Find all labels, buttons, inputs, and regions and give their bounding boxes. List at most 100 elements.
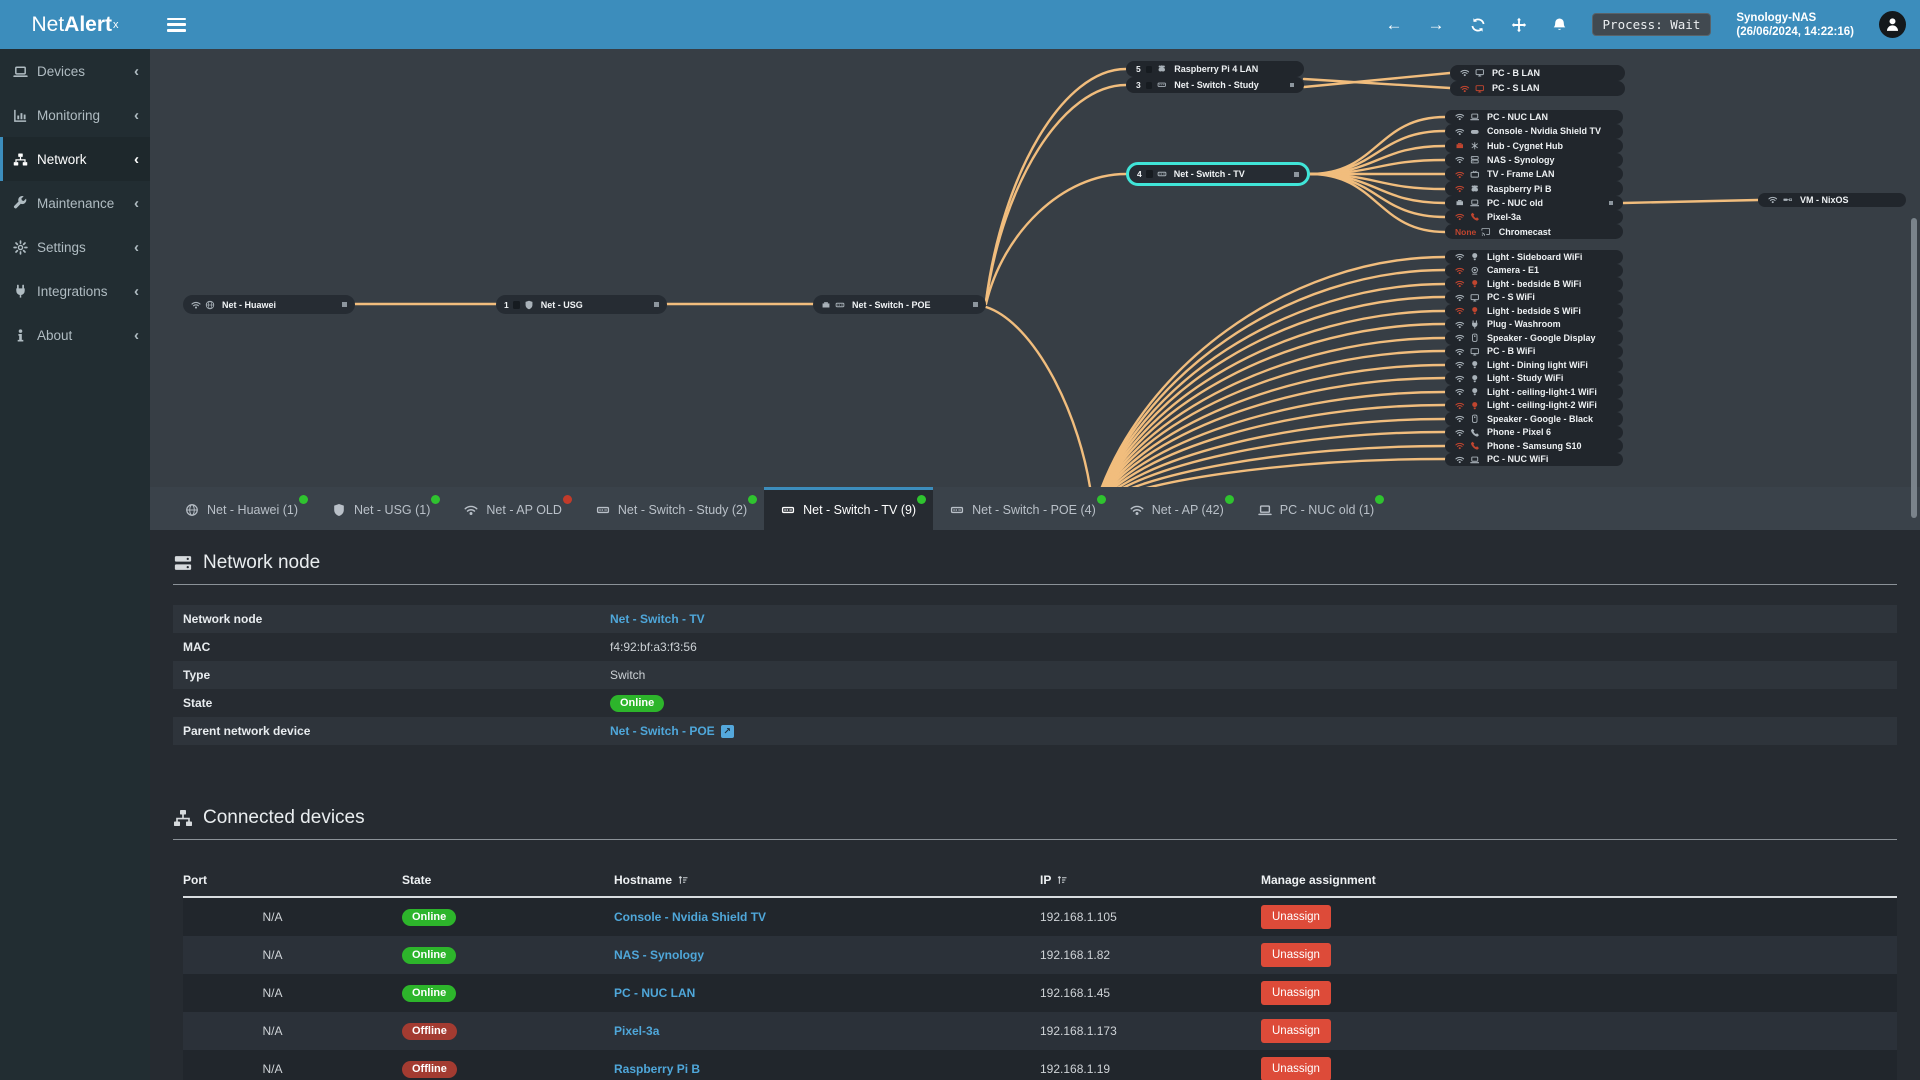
topology-device[interactable]: Light - Study WiFi [1445,371,1623,385]
topology-device[interactable]: TV - Frame LAN [1445,167,1623,182]
back-arrow-icon[interactable]: ← [1386,15,1403,35]
topology-device[interactable]: Phone - Samsung S10 [1445,439,1623,453]
tab-net-huawei-1-[interactable]: Net - Huawei (1) [168,487,315,530]
device-label: Speaker - Google Display [1487,332,1596,343]
table-row: N/A Online Console - Nvidia Shield TV 192.1… [183,898,1897,936]
node-link[interactable]: Net - Switch - TV [610,612,705,626]
tab-net-switch-study-2-[interactable]: Net - Switch - Study (2) [579,487,764,530]
topology-cluster-ap-devices: Light - Sideboard WiFi Camera - E1 Light -… [1445,250,1623,466]
topology-device[interactable]: Console - Nvidia Shield TV [1445,124,1623,139]
topology-node-huawei[interactable]: Net - Huawei [183,295,355,314]
tab-net-switch-tv-9-[interactable]: Net - Switch - TV (9) [764,487,934,530]
tab-net-switch-poe-4-[interactable]: Net - Switch - POE (4) [933,487,1113,530]
wifi-icon [1455,333,1465,343]
process-status-badge[interactable]: Process: Wait [1591,13,1712,36]
state-badge: Online [402,984,457,1002]
monitor-icon [1475,84,1485,94]
tab-net-ap-old[interactable]: Net - AP OLD [447,487,579,530]
topology-device[interactable]: Camera - E1 [1445,263,1623,277]
section-divider [173,584,1897,585]
network-topology-canvas[interactable]: Net - Huawei 1 Net - USG Net - Switch - POE… [150,49,1920,487]
sidebar-item-integrations[interactable]: Integrations ‹ [0,269,150,313]
refresh-icon[interactable] [1470,17,1486,33]
sidebar-item-settings[interactable]: Settings ‹ [0,225,150,269]
unassign-button[interactable]: Unassign [1261,1057,1331,1080]
tab-label: Net - Switch - TV (9) [803,503,917,517]
topology-device[interactable]: Light - ceiling-light-1 WiFi [1445,385,1623,399]
topology-device[interactable]: None Chromecast [1445,224,1623,239]
column-header-hostname[interactable]: Hostname [614,873,1040,887]
unassign-button[interactable]: Unassign [1261,943,1331,967]
sidebar-item-devices[interactable]: Devices ‹ [0,49,150,93]
ethernet-icon [821,300,831,310]
unassign-button[interactable]: Unassign [1261,1019,1331,1043]
topology-device[interactable]: NAS - Synology [1445,152,1623,168]
topology-device[interactable]: Plug - Washroom [1445,317,1623,331]
external-link-icon[interactable]: ↗ [720,724,734,738]
topology-edge [1621,198,1760,205]
fullscreen-move-icon[interactable] [1511,17,1527,33]
topology-device[interactable]: PC - NUC old [1445,195,1623,211]
device-label: Net - Switch - Study [1174,80,1259,90]
topology-device[interactable]: Light - Sideboard WiFi [1445,250,1623,264]
column-header-port: Port [183,873,402,887]
topology-device[interactable]: Phone - Pixel 6 [1445,425,1623,439]
wifi-icon [1455,320,1465,330]
topology-device[interactable]: Pixel-3a [1445,210,1623,225]
device-label: Light - ceiling-light-2 WiFi [1487,400,1597,411]
status-badge: Online [610,694,665,712]
topology-device[interactable]: PC - NUC LAN [1445,110,1623,125]
hostname-link[interactable]: Raspberry Pi B [614,1062,700,1076]
wifi-icon [1455,212,1465,222]
hamburger-menu-icon[interactable] [167,17,186,32]
topology-device[interactable]: Light - bedside B WiFi [1445,277,1623,291]
topology-node-tv[interactable]: 4 Net - Switch - TV [1126,162,1310,186]
sidebar-item-maintenance[interactable]: Maintenance ‹ [0,181,150,225]
node-link[interactable]: Net - Switch - POE [610,724,715,738]
hostname-link[interactable]: Pixel-3a [614,1024,659,1038]
hostname-link[interactable]: NAS - Synology [614,948,704,962]
avatar[interactable] [1879,11,1906,38]
topology-node-usg[interactable]: 1 Net - USG [496,295,667,314]
tab-net-usg-1-[interactable]: Net - USG (1) [315,487,447,530]
chevron-left-icon: ‹ [134,150,139,168]
sidebar-item-network[interactable]: Network ‹ [0,137,150,181]
topology-device[interactable]: Hub - Cygnet Hub [1445,138,1623,153]
topology-device[interactable]: Speaker - Google - Black [1445,412,1623,426]
unassign-button[interactable]: Unassign [1261,981,1331,1005]
hostname-link[interactable]: PC - NUC LAN [614,986,695,1000]
sort-icon [677,874,689,886]
forward-arrow-icon[interactable]: → [1428,15,1445,35]
topology-device[interactable]: Speaker - Google Display [1445,331,1623,345]
phone-icon [1470,212,1480,222]
hostname-link[interactable]: Console - Nvidia Shield TV [614,910,766,924]
tab-net-ap-42-[interactable]: Net - AP (42) [1113,487,1241,530]
sidebar-item-about[interactable]: About ‹ [0,313,150,357]
topology-node-poe[interactable]: Net - Switch - POE [813,295,986,314]
notifications-bell-icon[interactable] [1552,17,1567,32]
topology-device[interactable]: Light - Dining light WiFi [1445,358,1623,372]
tab-pc-nuc-old-1-[interactable]: PC - NUC old (1) [1241,487,1391,530]
page-scrollbar[interactable] [1911,218,1917,518]
topology-device[interactable]: 5 Raspberry Pi 4 LAN [1126,61,1304,77]
network-node-section-title: Network node [173,552,1897,574]
topology-device[interactable]: PC - B WiFi [1445,344,1623,358]
topology-device[interactable]: PC - B LAN [1450,65,1625,81]
speaker-icon [1470,414,1480,424]
topology-device[interactable]: Raspberry Pi B [1445,181,1623,196]
topology-device[interactable]: PC - S WiFi [1445,290,1623,304]
topology-device[interactable]: Light - ceiling-light-2 WiFi [1445,398,1623,412]
app-logo[interactable]: Net Alert x [0,0,150,49]
topology-device[interactable]: 3 Net - Switch - Study [1126,77,1304,93]
topology-device[interactable]: PC - NUC WiFi [1445,452,1623,466]
sidebar-item-label: Maintenance [37,195,115,211]
column-header-ip[interactable]: IP [1040,873,1261,887]
topology-device[interactable]: VM - NixOS [1758,193,1906,207]
topology-edge [984,67,1128,303]
wifi-icon [1455,155,1465,165]
bulb-icon [1470,401,1480,411]
topology-device[interactable]: Light - bedside S WiFi [1445,304,1623,318]
topology-device[interactable]: PC - S LAN [1450,80,1625,96]
unassign-button[interactable]: Unassign [1261,905,1331,929]
sidebar-item-monitoring[interactable]: Monitoring ‹ [0,93,150,137]
